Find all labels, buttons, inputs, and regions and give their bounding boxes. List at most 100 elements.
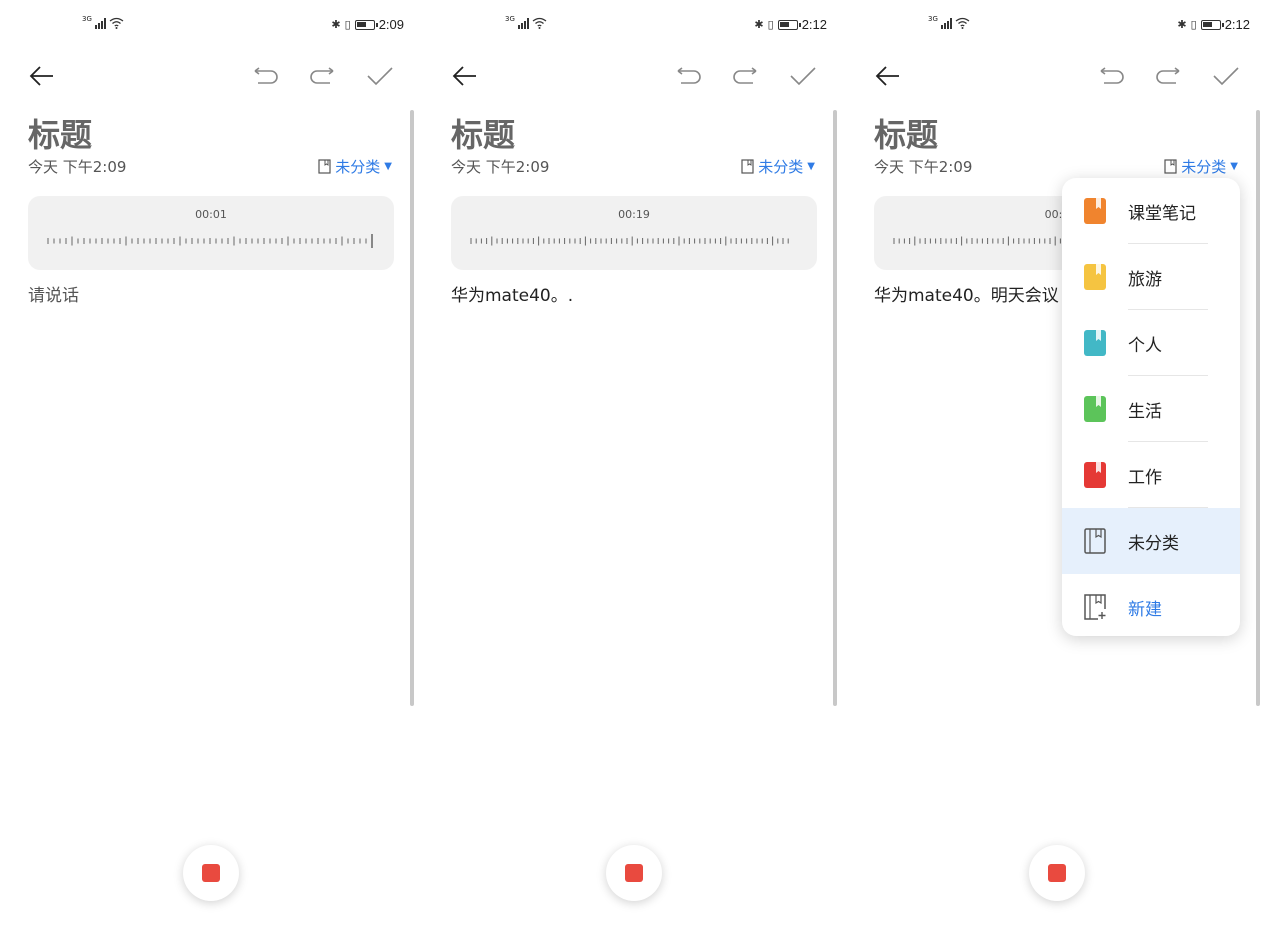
category-option-personal[interactable]: 个人 <box>1062 310 1240 376</box>
category-option-label: 工作 <box>1128 468 1162 488</box>
back-button[interactable] <box>870 58 906 94</box>
category-option-label: 课堂笔记 <box>1128 204 1196 224</box>
checkmark-icon <box>1213 67 1239 86</box>
audio-recording-card[interactable]: 00:01 <box>28 196 394 270</box>
category-selector[interactable]: 未分类 ▼ <box>741 156 815 177</box>
redo-button[interactable] <box>1150 58 1186 94</box>
status-time: 2:09 <box>378 17 404 32</box>
audio-recording-card[interactable]: 00:19 <box>451 196 817 270</box>
redo-button[interactable] <box>727 58 763 94</box>
note-title[interactable]: 标题 <box>28 110 92 156</box>
undo-button[interactable] <box>671 58 707 94</box>
vibrate-icon: ▯ <box>767 18 774 31</box>
editor-toolbar <box>0 58 422 98</box>
category-option-life[interactable]: 生活 <box>1062 376 1240 442</box>
scrollbar[interactable] <box>410 110 414 706</box>
caret-down-icon: ▼ <box>807 161 815 172</box>
notebook-icon <box>1084 396 1106 422</box>
redo-icon <box>733 67 757 84</box>
category-selector[interactable]: 未分类 ▼ <box>318 156 392 177</box>
note-screen-3: 3G ✱ ▯ 2:12 标题 今天 下午2:09 未分类 ▼ 00:3 华为ma… <box>846 0 1268 929</box>
stop-icon <box>1048 864 1066 882</box>
note-body[interactable]: 请说话 <box>28 281 79 306</box>
save-button[interactable] <box>1208 58 1244 94</box>
note-title[interactable]: 标题 <box>874 110 938 156</box>
notebook-icon <box>1084 198 1106 224</box>
battery-icon <box>1200 19 1224 30</box>
category-selector[interactable]: 未分类 ▼ <box>1164 156 1238 177</box>
category-option-uncategorized[interactable]: 未分类 <box>1062 508 1240 574</box>
network-type: 3G <box>505 15 515 23</box>
notebook-icon <box>318 159 331 174</box>
network-type: 3G <box>928 15 938 23</box>
notebook-icon <box>1084 462 1106 488</box>
waveform <box>470 236 789 246</box>
notebook-icon <box>1084 330 1106 356</box>
notebook-outline-icon <box>1084 528 1106 554</box>
battery-icon <box>354 19 378 30</box>
wifi-icon <box>109 17 124 29</box>
notebook-icon <box>741 159 754 174</box>
note-body[interactable]: 华为mate40。. <box>451 281 573 306</box>
category-option-travel[interactable]: 旅游 <box>1062 244 1240 310</box>
note-meta: 今天 下午2:09 未分类 ▼ <box>451 156 815 178</box>
scrollbar[interactable] <box>833 110 837 706</box>
redo-icon <box>1156 67 1180 84</box>
category-option-work[interactable]: 工作 <box>1062 442 1240 508</box>
category-label: 未分类 <box>335 158 381 176</box>
network-type: 3G <box>82 15 92 23</box>
category-option-new[interactable]: 新建 <box>1062 574 1240 636</box>
wifi-icon <box>532 17 547 29</box>
note-screen-1: 3G ✱ ▯ 2:09 标题 今天 下午2:09 未分类 ▼ 00:01 请说话 <box>0 0 422 929</box>
notebook-icon <box>1084 264 1106 290</box>
status-time: 2:12 <box>1224 17 1250 32</box>
signal-icon <box>517 17 529 29</box>
undo-button[interactable] <box>248 58 284 94</box>
save-button[interactable] <box>785 58 821 94</box>
recording-duration: 00:01 <box>195 208 227 221</box>
undo-icon <box>254 67 278 84</box>
note-title[interactable]: 标题 <box>451 110 515 156</box>
undo-button[interactable] <box>1094 58 1130 94</box>
save-button[interactable] <box>362 58 398 94</box>
note-meta: 今天 下午2:09 未分类 ▼ <box>874 156 1238 178</box>
category-label: 未分类 <box>1181 158 1227 176</box>
note-date: 今天 下午2:09 <box>874 158 973 176</box>
bluetooth-icon: ✱ <box>331 18 341 31</box>
caret-down-icon: ▼ <box>384 161 392 172</box>
arrow-left-icon <box>29 66 53 86</box>
note-meta: 今天 下午2:09 未分类 ▼ <box>28 156 392 178</box>
category-option-class-notes[interactable]: 课堂笔记 <box>1062 178 1240 244</box>
note-date: 今天 下午2:09 <box>28 158 127 176</box>
redo-button[interactable] <box>304 58 340 94</box>
category-dropdown: 课堂笔记 旅游 个人 生活 工作 未分类 新建 <box>1062 178 1240 636</box>
bluetooth-icon: ✱ <box>1177 18 1187 31</box>
signal-icon <box>94 17 106 29</box>
scrollbar[interactable] <box>1256 110 1260 706</box>
category-option-label: 生活 <box>1128 402 1162 422</box>
arrow-left-icon <box>452 66 476 86</box>
undo-icon <box>1100 67 1124 84</box>
redo-icon <box>310 67 334 84</box>
notebook-add-icon <box>1084 594 1106 620</box>
notebook-icon <box>1164 159 1177 174</box>
status-bar: 3G ✱ ▯ 2:12 <box>423 0 845 52</box>
back-button[interactable] <box>447 58 483 94</box>
stop-recording-button[interactable] <box>606 845 662 901</box>
stop-icon <box>625 864 643 882</box>
editor-toolbar <box>846 58 1268 98</box>
category-option-label: 旅游 <box>1128 270 1162 290</box>
note-body[interactable]: 华为mate40。明天会议 <box>874 281 1059 306</box>
stop-recording-button[interactable] <box>183 845 239 901</box>
stop-recording-button[interactable] <box>1029 845 1085 901</box>
category-option-label: 新建 <box>1128 600 1162 620</box>
vibrate-icon: ▯ <box>344 18 351 31</box>
note-date: 今天 下午2:09 <box>451 158 550 176</box>
vibrate-icon: ▯ <box>1190 18 1197 31</box>
note-screen-2: 3G ✱ ▯ 2:12 标题 今天 下午2:09 未分类 ▼ 00:19 华为m… <box>423 0 845 929</box>
status-bar: 3G ✱ ▯ 2:09 <box>0 0 422 52</box>
checkmark-icon <box>790 67 816 86</box>
signal-icon <box>940 17 952 29</box>
battery-icon <box>777 19 801 30</box>
back-button[interactable] <box>24 58 60 94</box>
